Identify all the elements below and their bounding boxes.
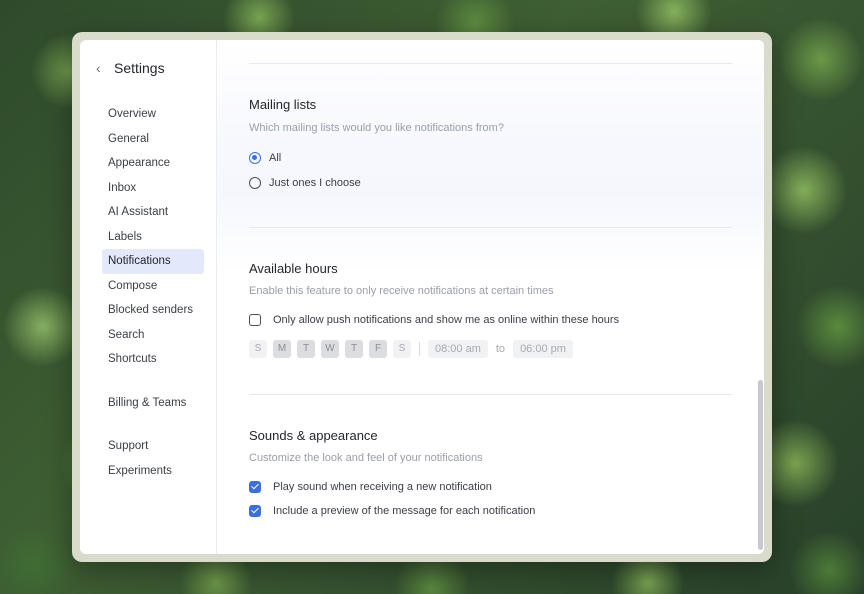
sounds-appearance-description: Customize the look and feel of your noti… [249, 452, 483, 464]
play-sound-checkbox[interactable] [249, 481, 261, 493]
radio-all[interactable] [249, 152, 261, 164]
day-wednesday[interactable]: W [321, 340, 339, 358]
play-sound-option[interactable]: Play sound when receiving a new notifica… [249, 481, 492, 493]
divider [249, 394, 732, 395]
sidebar-item-experiments[interactable]: Experiments [102, 459, 204, 484]
day-friday[interactable]: F [369, 340, 387, 358]
play-sound-label: Play sound when receiving a new notifica… [273, 481, 492, 493]
start-time-input[interactable]: 08:00 am [428, 340, 488, 358]
sidebar-item-labels[interactable]: Labels [102, 225, 204, 250]
radio-option-all[interactable]: All [249, 152, 281, 164]
include-preview-option[interactable]: Include a preview of the message for eac… [249, 505, 535, 517]
available-hours-title: Available hours [249, 261, 338, 276]
settings-panel: ‹ Settings Overview General Appearance I… [80, 40, 764, 554]
sidebar-item-ai-assistant[interactable]: AI Assistant [102, 200, 204, 225]
divider [249, 63, 732, 64]
chevron-left-icon[interactable]: ‹ [96, 61, 104, 75]
sidebar-header: ‹ Settings [96, 60, 165, 76]
sidebar-item-general[interactable]: General [102, 127, 204, 152]
notifications-content[interactable]: Mailing lists Which mailing lists would … [217, 40, 764, 554]
radio-just-ones-label: Just ones I choose [269, 177, 361, 189]
sidebar-item-search[interactable]: Search [102, 323, 204, 348]
to-label: to [495, 343, 506, 355]
sidebar-item-billing-teams[interactable]: Billing & Teams [102, 391, 204, 416]
day-saturday[interactable]: S [393, 340, 411, 358]
include-preview-label: Include a preview of the message for eac… [273, 505, 536, 517]
sidebar-item-support[interactable]: Support [102, 434, 204, 459]
sidebar-item-compose[interactable]: Compose [102, 274, 204, 299]
sidebar-nav: Overview General Appearance Inbox AI Ass… [102, 102, 204, 483]
sidebar-title: Settings [114, 60, 165, 76]
available-hours-checkbox[interactable] [249, 314, 261, 326]
settings-window: ‹ Settings Overview General Appearance I… [72, 32, 772, 562]
day-tuesday[interactable]: T [297, 340, 315, 358]
sidebar-item-overview[interactable]: Overview [102, 102, 204, 127]
day-thursday[interactable]: T [345, 340, 363, 358]
sidebar: ‹ Settings Overview General Appearance I… [80, 40, 217, 554]
radio-all-label: All [269, 152, 282, 164]
day-selector: S M T W T F S 08:00 am to 06:00 pm [249, 340, 573, 358]
sidebar-item-shortcuts[interactable]: Shortcuts [102, 347, 204, 372]
radio-option-just-ones[interactable]: Just ones I choose [249, 177, 361, 189]
include-preview-checkbox[interactable] [249, 505, 261, 517]
mailing-lists-title: Mailing lists [249, 97, 317, 112]
scrollbar[interactable] [758, 380, 763, 550]
mailing-lists-description: Which mailing lists would you like notif… [249, 122, 504, 134]
sidebar-item-blocked-senders[interactable]: Blocked senders [102, 298, 204, 323]
sidebar-item-appearance[interactable]: Appearance [102, 151, 204, 176]
available-hours-toggle-label: Only allow push notifications and show m… [273, 314, 620, 326]
sidebar-item-inbox[interactable]: Inbox [102, 176, 204, 201]
available-hours-description: Enable this feature to only receive noti… [249, 285, 554, 297]
radio-just-ones[interactable] [249, 177, 261, 189]
available-hours-toggle[interactable]: Only allow push notifications and show m… [249, 314, 619, 326]
day-monday[interactable]: M [273, 340, 291, 358]
separator [419, 342, 420, 356]
sidebar-item-notifications[interactable]: Notifications [102, 249, 204, 274]
end-time-input[interactable]: 06:00 pm [513, 340, 573, 358]
divider [249, 227, 732, 228]
day-sunday[interactable]: S [249, 340, 267, 358]
sounds-appearance-title: Sounds & appearance [249, 428, 378, 443]
